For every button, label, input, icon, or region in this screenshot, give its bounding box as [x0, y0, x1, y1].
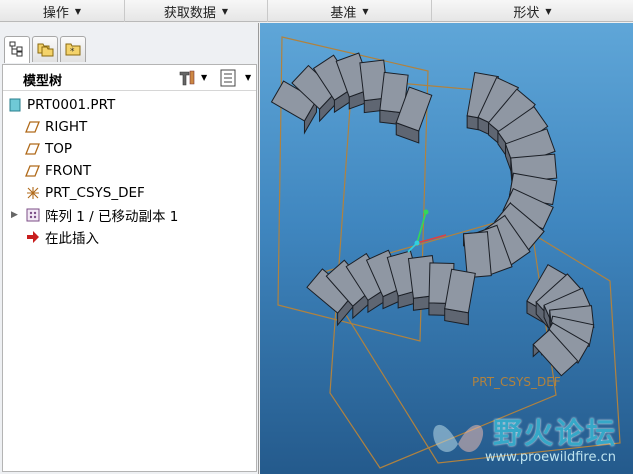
- menu-label: 获取数据: [163, 5, 216, 21]
- model-tree-tab-icon: [9, 41, 23, 57]
- tree-item-label: FRONT: [45, 163, 92, 179]
- tree-settings-icon: [179, 70, 195, 86]
- chevron-down-icon: ▼: [201, 73, 208, 82]
- tree-columns-button[interactable]: ▼: [219, 68, 253, 88]
- part-icon: [7, 97, 23, 113]
- menu-datum[interactable]: 基准 ▼: [268, 0, 432, 22]
- navigator-panel: * 模型树 ▼ ▼ PRT0001.PRT RIGHT TOP FRONT PR…: [0, 23, 259, 474]
- tree-item-pattern[interactable]: ▶ 阵列 1 / 已移动副本 1: [11, 205, 178, 225]
- tree-settings-button[interactable]: ▼: [177, 68, 207, 88]
- chevron-down-icon: ▼: [245, 73, 252, 82]
- chevron-down-icon: ▼: [74, 6, 82, 16]
- forum-watermark: 野火论坛 www.proewildfire.cn: [423, 404, 633, 474]
- favorites-tab[interactable]: *: [60, 36, 86, 62]
- tree-item-label: TOP: [45, 141, 73, 157]
- tree-item-front[interactable]: FRONT: [25, 161, 91, 181]
- coordinate-system-icon: [25, 185, 41, 201]
- menu-label: 形状: [513, 5, 540, 21]
- svg-text:*: *: [70, 47, 75, 57]
- menu-label: 操作: [42, 5, 69, 21]
- folder-browser-tab[interactable]: [32, 36, 58, 62]
- tree-item-right[interactable]: RIGHT: [25, 117, 87, 137]
- butterfly-logo-icon: [433, 424, 484, 452]
- folder-browser-tab-icon: [37, 43, 54, 57]
- graphics-viewport[interactable]: PRT_CSYS_DEF 野火论坛 www.proewildfire.cn: [260, 23, 633, 474]
- chevron-down-icon: ▼: [362, 6, 369, 16]
- watermark-title: 野火论坛: [493, 416, 618, 450]
- menu-operations[interactable]: 操作 ▼: [0, 0, 125, 22]
- csys-label: PRT_CSYS_DEF: [472, 375, 561, 389]
- menu-get-data[interactable]: 获取数据 ▼: [125, 0, 268, 22]
- model-tree-tab[interactable]: [4, 36, 30, 63]
- datum-plane-icon: [25, 141, 41, 157]
- tree-item-label: PRT0001.PRT: [27, 97, 116, 113]
- tree-item-csys[interactable]: PRT_CSYS_DEF: [25, 183, 145, 203]
- watermark-url: www.proewildfire.cn: [485, 450, 616, 465]
- insert-here-arrow-icon: [25, 229, 41, 245]
- tree-item-part[interactable]: PRT0001.PRT: [7, 95, 115, 115]
- pattern-icon: [25, 207, 41, 223]
- menu-shapes[interactable]: 形状 ▼: [432, 0, 633, 22]
- menu-label: 基准: [330, 5, 357, 21]
- favorites-tab-icon: *: [65, 43, 81, 57]
- spiral-steps-solid: [270, 52, 595, 377]
- tree-item-label: 在此插入: [45, 231, 99, 247]
- csys-triad: [407, 209, 447, 253]
- chevron-down-icon: ▼: [221, 6, 229, 16]
- tree-item-label: RIGHT: [45, 119, 88, 135]
- menu-bar: 操作 ▼ 获取数据 ▼ 基准 ▼ 形状 ▼: [0, 0, 633, 22]
- tree-item-label: PRT_CSYS_DEF: [45, 185, 145, 201]
- tree-item-label: 阵列 1 / 已移动副本 1: [45, 209, 179, 225]
- tree-columns-icon: [220, 69, 236, 87]
- model-tree-header: 模型树 ▼ ▼: [3, 65, 256, 91]
- expand-arrow-icon[interactable]: ▶: [11, 210, 25, 220]
- model-tree-title: 模型树: [23, 74, 63, 89]
- chevron-down-icon: ▼: [545, 6, 552, 16]
- tree-item-insert-here[interactable]: 在此插入: [25, 227, 99, 247]
- navigator-tabs: *: [0, 23, 259, 65]
- datum-plane-icon: [25, 119, 41, 135]
- tree-item-top[interactable]: TOP: [25, 139, 72, 159]
- model-tree: 模型树 ▼ ▼ PRT0001.PRT RIGHT TOP FRONT PRT_…: [2, 64, 257, 472]
- datum-plane-icon: [25, 163, 41, 179]
